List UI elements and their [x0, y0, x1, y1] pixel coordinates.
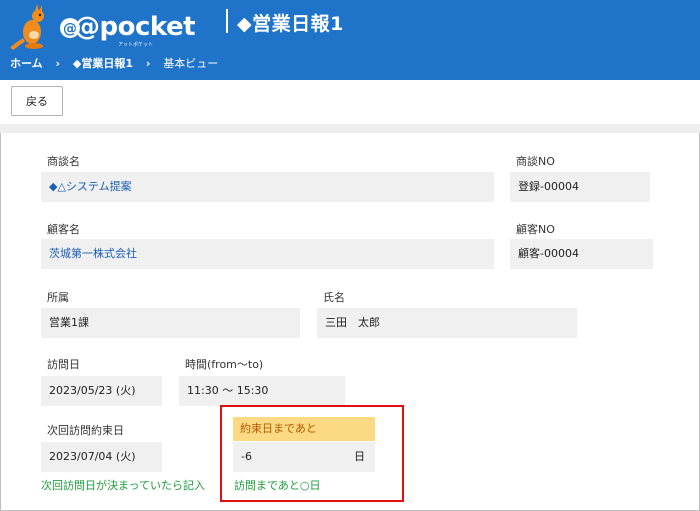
- deal-no-label: 商談NO: [516, 155, 555, 168]
- visit-time-value: 11:30 ～ 15:30: [179, 376, 345, 406]
- person-name-label: 氏名: [323, 291, 345, 304]
- deal-name-label: 商談名: [47, 155, 80, 168]
- customer-name-value[interactable]: 茨城第一株式会社: [41, 239, 494, 269]
- breadcrumb-home[interactable]: ホーム: [10, 55, 43, 71]
- customer-no-value: 顧客-00004: [510, 239, 653, 269]
- deal-name-value[interactable]: ◆△システム提案: [41, 172, 494, 202]
- person-name-value: 三田 太郎: [317, 308, 577, 338]
- breadcrumb-separator: ›: [145, 57, 151, 70]
- deal-no-value: 登録-00004: [510, 172, 650, 202]
- breadcrumb-app[interactable]: ◆営業日報1: [73, 55, 133, 71]
- back-button[interactable]: 戻る: [11, 86, 63, 116]
- logo-subtext: アットポケット: [118, 42, 154, 48]
- header-divider: [226, 9, 228, 33]
- highlight-box: [220, 405, 404, 502]
- next-visit-date-label: 次回訪問約束日: [47, 424, 124, 437]
- next-visit-date-value: 2023/07/04 (火): [41, 442, 162, 472]
- toolbar: 戻る: [0, 80, 700, 124]
- visit-date-label: 訪問日: [47, 358, 80, 371]
- department-label: 所属: [47, 291, 69, 304]
- app-header: @ @pocket アットポケット ◆営業日報1 ホーム › ◆営業日報1 › …: [0, 0, 700, 80]
- customer-no-label: 顧客NO: [516, 223, 555, 236]
- department-value: 営業1課: [41, 308, 300, 338]
- breadcrumb-separator: ›: [55, 57, 61, 70]
- logo-text: @pocket: [74, 12, 196, 42]
- app-title: ◆営業日報1: [237, 13, 344, 35]
- breadcrumb-view: 基本ビュー: [163, 57, 219, 70]
- visit-time-label: 時間(from～to): [185, 358, 264, 371]
- customer-name-label: 顧客名: [47, 223, 80, 236]
- visit-date-value: 2023/05/23 (火): [41, 376, 162, 406]
- next-visit-hint: 次回訪問日が決まっていたら記入: [41, 479, 206, 492]
- breadcrumb: ホーム › ◆営業日報1 › 基本ビュー: [10, 55, 218, 71]
- kangaroo-icon: [10, 4, 44, 50]
- toolbar-divider: [0, 124, 700, 133]
